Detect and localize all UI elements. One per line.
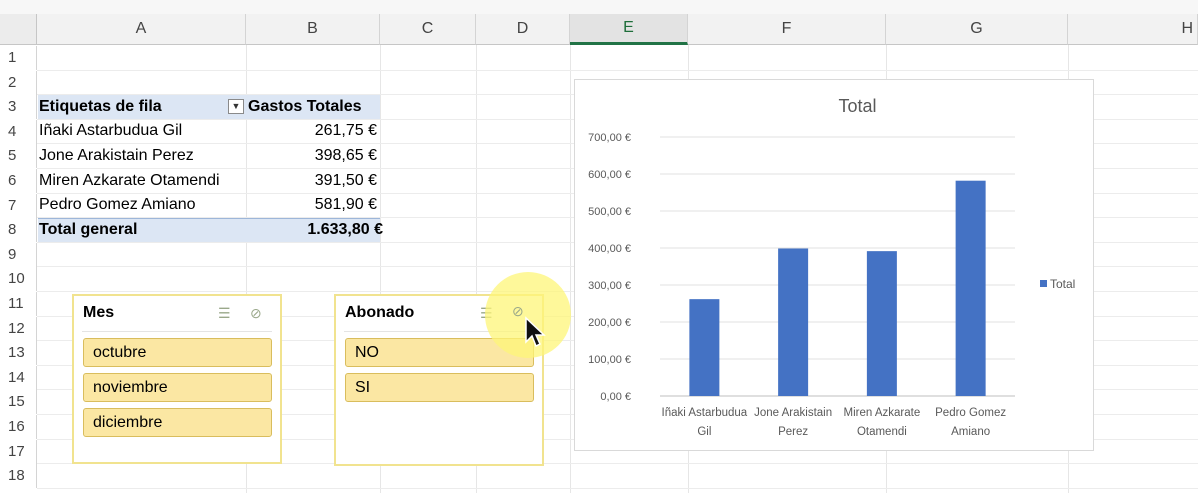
row-header-16[interactable]: 16 <box>0 415 37 439</box>
y-tick-label: 200,00 € <box>588 317 631 329</box>
mouse-pointer-icon <box>525 316 546 348</box>
row-header-10[interactable]: 10 <box>0 267 37 292</box>
legend-swatch <box>1040 280 1047 287</box>
clear-filter-icon[interactable]: ⊘ <box>512 303 524 320</box>
multi-select-icon[interactable]: ☰ <box>218 305 231 322</box>
x-tick-label: Amiano <box>951 426 990 438</box>
row-header-17[interactable]: 17 <box>0 439 37 464</box>
pivot-row-value[interactable]: 391,50 € <box>246 169 377 193</box>
slicer-item-noviembre[interactable]: noviembre <box>83 373 272 402</box>
row-header-6[interactable]: 6 <box>0 169 37 193</box>
pivot-row-value[interactable]: 581,90 € <box>246 193 377 217</box>
row-header-13[interactable]: 13 <box>0 341 37 366</box>
bar-chart[interactable]: Total 0,00 € 100,00 € 200,00 € 300,00 € 400,0… <box>574 79 1094 451</box>
row-header-7[interactable]: 7 <box>0 193 37 218</box>
x-tick-label: Iñaki Astarbudua <box>662 407 748 419</box>
row-header-4[interactable]: 4 <box>0 119 37 144</box>
row-header-2[interactable]: 2 <box>0 70 37 95</box>
column-header-h[interactable]: H <box>1068 14 1198 45</box>
row-header-8[interactable]: 8 <box>0 218 37 243</box>
y-tick-label: 600,00 € <box>588 169 631 181</box>
y-tick-label: 100,00 € <box>588 354 631 366</box>
slicer-item-octubre[interactable]: octubre <box>83 338 272 367</box>
column-header-e[interactable]: E <box>570 14 688 45</box>
row-header-3[interactable]: 3 <box>0 95 37 120</box>
column-header-d[interactable]: D <box>476 14 570 45</box>
chart-title: Total <box>838 96 876 116</box>
x-tick-label: Miren Azkarate <box>844 407 921 419</box>
pivot-row-name[interactable]: Pedro Gomez Amiano <box>39 193 196 217</box>
gridline <box>570 45 571 493</box>
row-header-12[interactable]: 12 <box>0 316 37 341</box>
column-header-g[interactable]: G <box>886 14 1068 45</box>
row-header-15[interactable]: 15 <box>0 390 37 415</box>
x-tick-label: Perez <box>778 426 808 438</box>
gridline <box>37 69 1198 71</box>
slicer-divider <box>82 331 272 332</box>
slicer-item-si[interactable]: SI <box>345 373 534 402</box>
clear-filter-icon[interactable]: ⊘ <box>250 305 262 322</box>
pivot-row-name[interactable]: Miren Azkarate Otamendi <box>39 169 220 193</box>
bar <box>955 180 986 396</box>
slicer-title: Mes <box>83 304 115 321</box>
row-header-5[interactable]: 5 <box>0 144 37 169</box>
column-header-f[interactable]: F <box>688 14 886 45</box>
column-header-b[interactable]: B <box>246 14 380 45</box>
y-tick-label: 0,00 € <box>600 391 631 403</box>
column-header-a[interactable]: A <box>37 14 246 45</box>
row-header-11[interactable]: 11 <box>0 292 37 316</box>
pivot-row-name[interactable]: Iñaki Astarbudua Gil <box>39 119 182 143</box>
pivot-total-value[interactable]: 1.633,80 € <box>246 218 383 242</box>
gridline <box>37 487 1198 489</box>
pivot-row-name[interactable]: Jone Arakistain Perez <box>39 144 194 168</box>
row-header-14[interactable]: 14 <box>0 365 37 390</box>
y-tick-label: 300,00 € <box>588 280 631 292</box>
legend-label: Total <box>1050 277 1075 291</box>
bar <box>689 299 720 396</box>
slicer-mes[interactable]: Mes ☰ ⊘ octubre noviembre diciembre <box>72 294 282 464</box>
bar <box>866 251 897 396</box>
pivot-row-value[interactable]: 261,75 € <box>246 119 377 143</box>
row-header-9[interactable]: 9 <box>0 242 37 267</box>
spreadsheet[interactable]: A B C D E F G H 1 2 3 4 5 6 7 8 9 10 11 12 13 14 15 16 1… <box>0 0 1198 493</box>
filter-dropdown-icon[interactable]: ▼ <box>228 99 244 114</box>
pivot-header-label[interactable]: Etiquetas de fila <box>39 95 162 119</box>
pivot-row-value[interactable]: 398,65 € <box>246 144 377 168</box>
slicer-title: Abonado <box>345 304 415 321</box>
chart-canvas: Total 0,00 € 100,00 € 200,00 € 300,00 € 400,0… <box>588 96 1075 438</box>
x-tick-label: Otamendi <box>857 426 907 438</box>
row-header-18[interactable]: 18 <box>0 464 37 489</box>
toolbar-strip <box>0 0 1198 14</box>
row-header-1[interactable]: 1 <box>0 46 37 70</box>
y-tick-label: 400,00 € <box>588 243 631 255</box>
bar <box>778 248 809 396</box>
x-tick-label: Jone Arakistain <box>754 407 832 419</box>
x-tick-label: Pedro Gomez <box>935 407 1006 419</box>
x-tick-label: Gil <box>697 426 711 438</box>
y-tick-label: 700,00 € <box>588 132 631 144</box>
pivot-header-value[interactable]: Gastos Totales <box>248 95 362 119</box>
pivot-total-label[interactable]: Total general <box>39 218 137 242</box>
slicer-item-diciembre[interactable]: diciembre <box>83 408 272 437</box>
column-header-c[interactable]: C <box>380 14 476 45</box>
select-all-corner[interactable] <box>0 14 37 45</box>
y-tick-label: 500,00 € <box>588 206 631 218</box>
